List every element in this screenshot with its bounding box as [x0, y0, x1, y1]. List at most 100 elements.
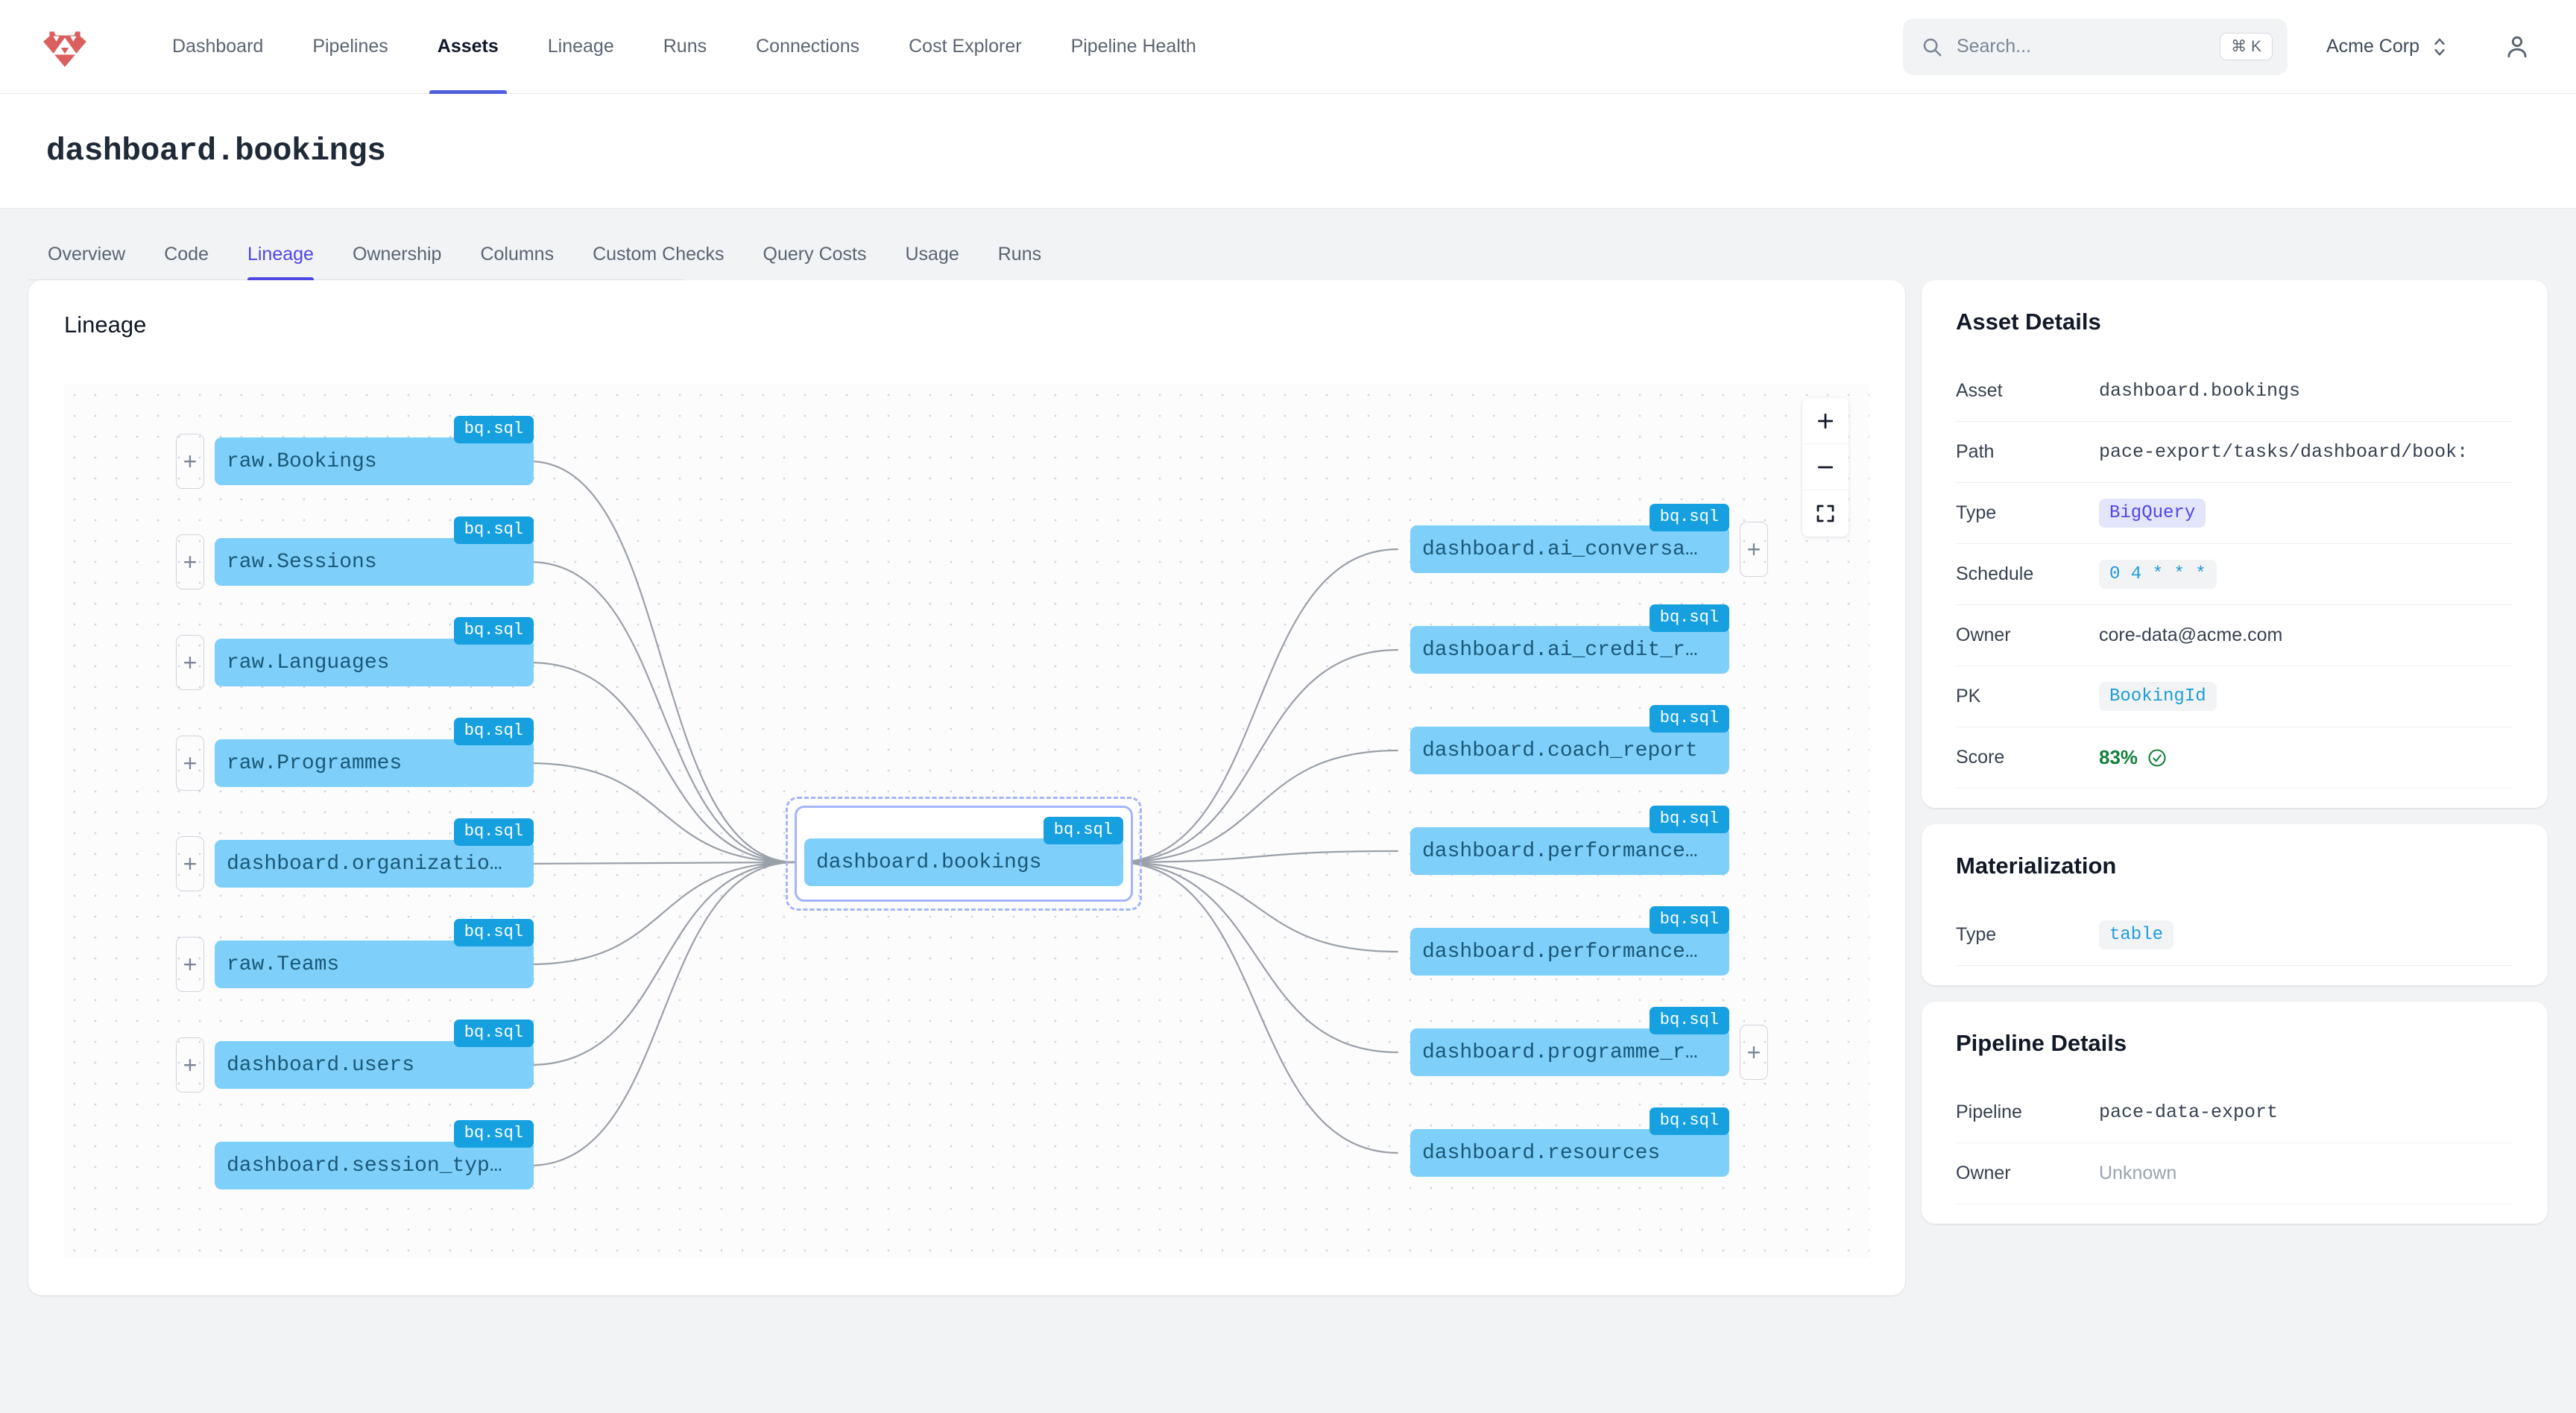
lineage-node-body: raw.Teams	[215, 941, 534, 988]
lineage-node-label: dashboard.programme_r…	[1422, 1040, 1698, 1064]
details-sidebar: Asset Details Asset dashboard.bookings Pat…	[1922, 280, 2548, 1413]
lineage-card-title: Lineage	[64, 312, 147, 338]
lineage-node-body: dashboard.performance…	[1410, 928, 1729, 976]
expand-node-button[interactable]: +	[1740, 522, 1768, 577]
expand-node-button[interactable]: +	[176, 836, 204, 891]
asset-details-title: Asset Details	[1956, 309, 2101, 335]
lineage-node[interactable]: dashboard.ai_conversa… bq.sql +	[1410, 504, 1768, 577]
detail-row-key: Path	[1956, 441, 1995, 462]
tab-runs[interactable]: Runs	[979, 244, 1061, 280]
tab-lineage[interactable]: Lineage	[228, 244, 333, 280]
lineage-node[interactable]: dashboard.performance… bq.sql	[1410, 906, 1729, 976]
pipeline-details-title: Pipeline Details	[1956, 1030, 2127, 1056]
lineage-node[interactable]: dashboard.organizatio… bq.sql +	[176, 818, 534, 891]
lineage-node[interactable]: dashboard.coach_report bq.sql	[1410, 705, 1729, 774]
lineage-node-type-badge: bq.sql	[1649, 906, 1729, 935]
lineage-node-label: raw.Bookings	[227, 449, 377, 473]
expand-node-button[interactable]: +	[176, 937, 204, 992]
lineage-focus-node[interactable]: dashboard.bookings bq.sql	[786, 797, 1142, 911]
expand-node-button[interactable]: +	[176, 736, 204, 791]
app-logo[interactable]	[40, 22, 89, 72]
focus-node-content: dashboard.bookings bq.sql	[804, 817, 1123, 886]
tab-custom-checks[interactable]: Custom Checks	[573, 244, 743, 280]
lineage-node-type-badge: bq.sql	[1649, 1107, 1729, 1136]
plus-icon	[1817, 413, 1834, 429]
org-switcher[interactable]: Acme Corp	[2326, 36, 2448, 58]
lineage-node-type-badge: bq.sql	[453, 516, 534, 545]
nav-item-connections[interactable]: Connections	[731, 0, 884, 94]
detail-row-value: 83%	[2099, 746, 2168, 769]
detail-row-key: Type	[1956, 924, 1997, 945]
detail-row: Owner core-data@acme.com	[1956, 605, 2513, 666]
tab-overview[interactable]: Overview	[28, 244, 145, 280]
lineage-node[interactable]: dashboard.session_typ… bq.sql	[215, 1120, 534, 1189]
lineage-node-label: raw.Languages	[227, 651, 390, 674]
lineage-node-body: dashboard.ai_credit_r…	[1410, 626, 1729, 674]
top-navigation-bar: Dashboard Pipelines Assets Lineage Runs …	[0, 0, 2576, 94]
lineage-node-type-badge: bq.sql	[1649, 504, 1729, 532]
tab-usage[interactable]: Usage	[886, 244, 978, 280]
lineage-canvas[interactable]: raw.Bookings bq.sql + raw.Sessions bq.sql + ra…	[64, 385, 1869, 1258]
expand-node-button[interactable]: +	[176, 434, 204, 489]
lineage-node[interactable]: dashboard.resources bq.sql	[1410, 1107, 1729, 1177]
tab-ownership[interactable]: Ownership	[333, 244, 461, 280]
expand-node-button[interactable]: +	[1740, 1025, 1768, 1080]
lineage-node[interactable]: raw.Programmes bq.sql +	[176, 718, 534, 791]
expand-node-button[interactable]: +	[176, 635, 204, 690]
fit-view-button[interactable]	[1802, 490, 1849, 537]
lineage-node-body: dashboard.resources	[1410, 1129, 1729, 1177]
expand-node-button[interactable]: +	[176, 1037, 204, 1093]
nav-item-pipelines[interactable]: Pipelines	[288, 0, 412, 94]
lineage-node-label: dashboard.performance…	[1422, 940, 1698, 964]
nav-item-dashboard[interactable]: Dashboard	[148, 0, 288, 94]
page-title: dashboard.bookings	[46, 133, 386, 169]
search-placeholder: Search...	[1956, 36, 2032, 57]
nav-item-assets[interactable]: Assets	[413, 0, 523, 94]
lineage-node[interactable]: dashboard.users bq.sql +	[176, 1020, 534, 1093]
lineage-node-type-badge: bq.sql	[453, 919, 534, 947]
asset-tabs: Overview Code Lineage Ownership Columns …	[0, 209, 2576, 280]
user-account-button[interactable]	[2498, 28, 2536, 66]
chevron-updown-icon	[2434, 38, 2445, 55]
materialization-card: Materialization Type table	[1922, 824, 2548, 985]
value-chip: BigQuery	[2099, 499, 2206, 528]
zoom-in-button[interactable]	[1802, 398, 1849, 444]
lineage-node[interactable]: raw.Sessions bq.sql +	[176, 516, 534, 589]
zoom-out-button[interactable]	[1802, 444, 1849, 490]
detail-row-value: BookingId	[2099, 682, 2217, 711]
lineage-node-body: dashboard.organizatio…	[215, 840, 534, 888]
nav-item-pipeline-health[interactable]: Pipeline Health	[1046, 0, 1221, 94]
nav-item-lineage[interactable]: Lineage	[523, 0, 639, 94]
value-chip: 0 4 * * *	[2099, 560, 2217, 589]
lineage-node-body: dashboard.users	[215, 1041, 534, 1089]
lineage-node-label: raw.Sessions	[227, 550, 377, 574]
lineage-node-body: raw.Languages	[215, 639, 534, 686]
search-input[interactable]: Search... ⌘ K	[1902, 18, 2288, 75]
lineage-node-body: raw.Programmes	[215, 739, 534, 787]
lineage-node[interactable]: raw.Teams bq.sql +	[176, 919, 534, 992]
expand-node-button[interactable]: +	[176, 534, 204, 589]
lineage-node[interactable]: raw.Languages bq.sql +	[176, 617, 534, 690]
value-chip: table	[2099, 920, 2174, 949]
asset-details-card: Asset Details Asset dashboard.bookings Pat…	[1922, 280, 2548, 808]
tab-code[interactable]: Code	[145, 244, 228, 280]
lineage-node-body: dashboard.coach_report	[1410, 727, 1729, 774]
lineage-node[interactable]: raw.Bookings bq.sql +	[176, 416, 534, 489]
detail-row: Type BigQuery	[1956, 483, 2513, 544]
detail-row-value: 0 4 * * *	[2099, 560, 2217, 589]
lineage-node[interactable]: dashboard.programme_r… bq.sql +	[1410, 1007, 1768, 1080]
lineage-node-type-badge: bq.sql	[1649, 806, 1729, 834]
asset-details-rows: Asset dashboard.bookings Path pace-export/t…	[1956, 361, 2513, 788]
nav-item-cost-explorer[interactable]: Cost Explorer	[884, 0, 1046, 94]
lineage-node[interactable]: dashboard.performance… bq.sql	[1410, 806, 1729, 875]
detail-row-value: Unknown	[2099, 1163, 2177, 1183]
lineage-node-body: dashboard.performance…	[1410, 827, 1729, 875]
nav-item-runs[interactable]: Runs	[639, 0, 731, 94]
tab-query-costs[interactable]: Query Costs	[744, 244, 886, 280]
lineage-node-type-badge: bq.sql	[1649, 604, 1729, 633]
tab-columns[interactable]: Columns	[461, 244, 573, 280]
lineage-node[interactable]: dashboard.ai_credit_r… bq.sql	[1410, 604, 1729, 674]
score-value: 83%	[2099, 746, 2138, 768]
lineage-node-label: dashboard.ai_credit_r…	[1422, 638, 1698, 662]
detail-row: Schedule 0 4 * * *	[1956, 544, 2513, 605]
